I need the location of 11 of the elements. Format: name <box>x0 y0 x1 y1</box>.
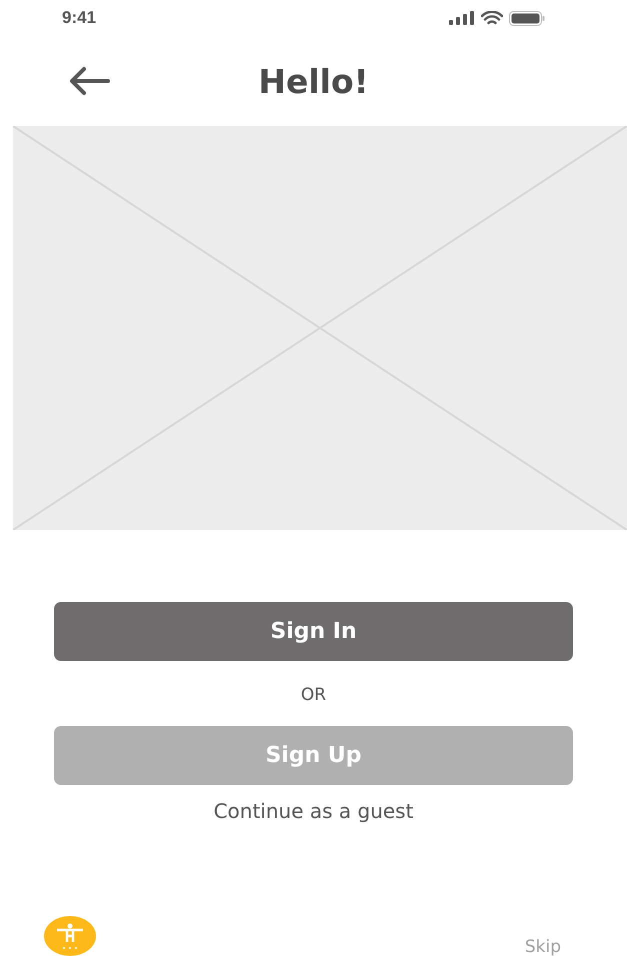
page-title: Hello! <box>258 62 369 100</box>
battery-icon <box>509 10 545 26</box>
status-time: 9:41 <box>62 8 96 28</box>
or-separator: OR <box>300 685 326 705</box>
back-arrow-icon <box>68 66 110 96</box>
guest-link[interactable]: Continue as a guest <box>214 799 414 823</box>
sign-in-button[interactable]: Sign In <box>54 602 573 661</box>
skip-link[interactable]: Skip <box>524 937 561 957</box>
signal-icon <box>449 11 475 25</box>
back-button[interactable] <box>68 66 110 96</box>
wifi-icon <box>481 10 503 26</box>
